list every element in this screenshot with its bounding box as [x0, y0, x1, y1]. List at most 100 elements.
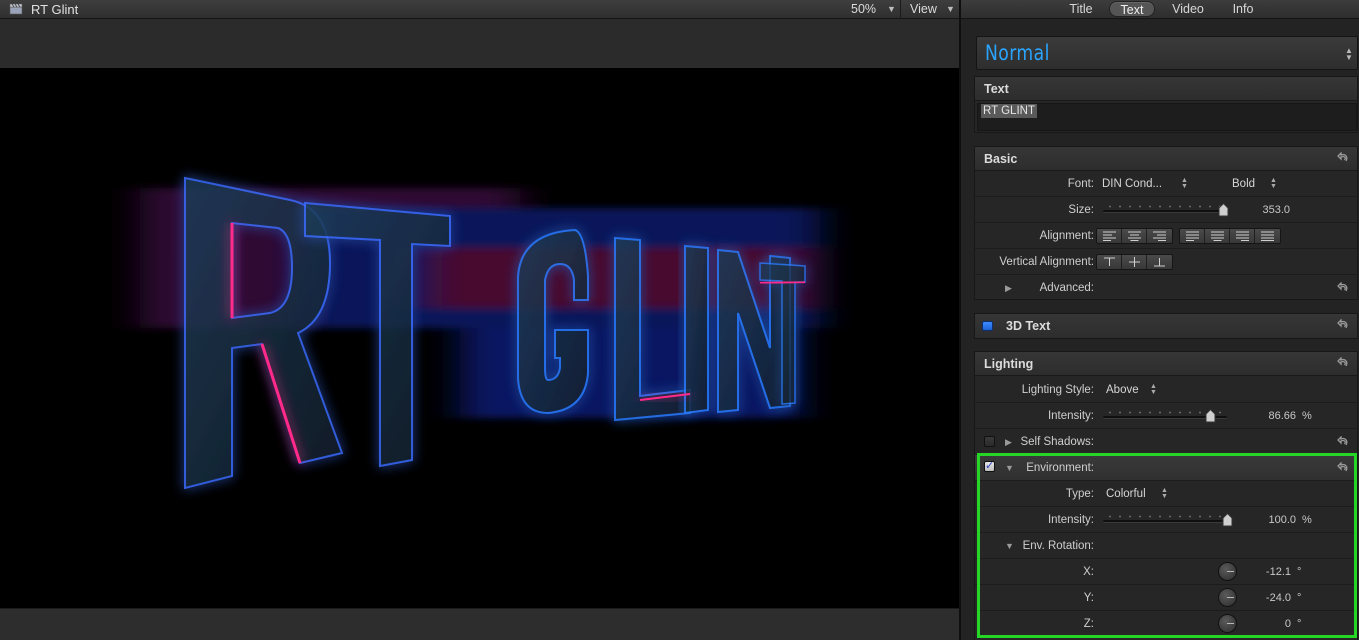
- reset-icon[interactable]: [1337, 357, 1349, 369]
- reset-icon[interactable]: [1337, 462, 1349, 474]
- video-canvas: [0, 68, 959, 608]
- font-weight-popup[interactable]: Bold: [1232, 178, 1255, 190]
- env-rotation-row[interactable]: ▼ Env. Rotation:: [975, 533, 1357, 559]
- size-slider[interactable]: [1103, 210, 1227, 213]
- size-slider-thumb[interactable]: [1218, 203, 1229, 217]
- zoom-chevron-down-icon[interactable]: ▼: [887, 4, 896, 14]
- environment-type-updown-icon[interactable]: ▲ ▼: [1161, 487, 1168, 500]
- environment-intensity-value[interactable]: 100.0: [1268, 514, 1296, 526]
- reset-icon[interactable]: [1337, 436, 1349, 448]
- env-rotation-x-value[interactable]: -12.1: [1266, 566, 1291, 578]
- align-left-icon: [1103, 231, 1116, 241]
- view-menu[interactable]: View: [910, 2, 937, 16]
- tab-text[interactable]: Text: [1109, 1, 1155, 17]
- lighting-intensity-thumb[interactable]: [1205, 409, 1216, 423]
- clapperboard-icon: [9, 3, 23, 15]
- environment-intensity-slider[interactable]: [1103, 520, 1227, 523]
- inspector-panel: Title Text Video Info Normal ▲ ▼ Text RT …: [961, 0, 1359, 640]
- environment-type-popup[interactable]: Colorful: [1106, 488, 1146, 500]
- vertical-alignment-group: [1096, 254, 1173, 270]
- env-rotation-y-label: Y:: [1083, 592, 1094, 604]
- rotation-dial-z[interactable]: [1218, 614, 1237, 633]
- environment-intensity-row: Intensity: 100.0 %: [975, 507, 1357, 533]
- tab-video[interactable]: Video: [1166, 1, 1210, 17]
- advanced-row[interactable]: ▶ Advanced:: [975, 275, 1357, 301]
- lighting-section: Lighting Lighting Style: Above ▲ ▼ Intens…: [974, 351, 1358, 640]
- degree-unit: °: [1297, 618, 1302, 630]
- vertical-alignment-row: Vertical Alignment:: [975, 249, 1357, 275]
- reset-icon[interactable]: [1337, 152, 1349, 164]
- 3d-text-header[interactable]: 3D Text: [975, 314, 1357, 338]
- environment-intensity-thumb[interactable]: [1222, 513, 1233, 527]
- env-rotation-z-label: Z:: [1083, 618, 1094, 630]
- inspector-tabs: Title Text Video Info: [961, 0, 1359, 19]
- weight-updown-icon[interactable]: ▲ ▼: [1270, 177, 1277, 190]
- size-value[interactable]: 353.0: [1262, 204, 1290, 216]
- environment-row[interactable]: ▼ Environment:: [975, 455, 1357, 481]
- 3d-text-section: 3D Text: [974, 313, 1358, 339]
- lighting-intensity-row: Intensity: 86.66 %: [975, 403, 1357, 429]
- environment-intensity-label: Intensity:: [1047, 514, 1094, 526]
- view-chevron-down-icon[interactable]: ▼: [946, 4, 955, 14]
- self-shadows-checkbox[interactable]: [984, 436, 995, 447]
- align-right-button[interactable]: [1147, 229, 1172, 243]
- justify-right-button[interactable]: [1230, 229, 1255, 243]
- align-right-icon: [1153, 231, 1166, 241]
- justify-left-icon: [1186, 231, 1199, 241]
- lighting-intensity-value[interactable]: 86.66: [1268, 410, 1296, 422]
- valign-bottom-button[interactable]: [1147, 255, 1172, 269]
- text-content-field[interactable]: RT GLINT: [977, 103, 1357, 131]
- env-rotation-y-value[interactable]: -24.0: [1266, 592, 1291, 604]
- lighting-style-popup[interactable]: Above: [1106, 384, 1139, 396]
- 3d-text-enable-checkbox[interactable]: [982, 321, 993, 331]
- align-center-icon: [1128, 231, 1141, 241]
- justify-center-icon: [1211, 231, 1224, 241]
- lighting-intensity-label: Intensity:: [1047, 410, 1094, 422]
- environment-intensity-ticks: [1105, 515, 1227, 518]
- disclosure-right-icon[interactable]: ▶: [1005, 283, 1012, 294]
- degree-unit: °: [1297, 566, 1302, 578]
- font-updown-icon[interactable]: ▲ ▼: [1181, 177, 1188, 190]
- reset-icon[interactable]: [1337, 319, 1349, 331]
- title-render-preview: [140, 176, 820, 490]
- align-left-button[interactable]: [1097, 229, 1122, 243]
- env-rotation-z-value[interactable]: 0: [1285, 618, 1291, 630]
- valign-middle-button[interactable]: [1122, 255, 1147, 269]
- disclosure-down-icon[interactable]: ▼: [1005, 463, 1014, 473]
- tab-title[interactable]: Title: [1061, 1, 1101, 17]
- environment-type-label: Type:: [1065, 488, 1094, 500]
- text-style-preset-popup[interactable]: Normal ▲ ▼: [976, 36, 1358, 70]
- text-section-title: Text: [984, 82, 1009, 96]
- disclosure-down-icon[interactable]: ▼: [1005, 541, 1014, 551]
- environment-intensity-unit: %: [1302, 514, 1312, 526]
- justify-full-button[interactable]: [1255, 229, 1280, 243]
- align-center-button[interactable]: [1122, 229, 1147, 243]
- self-shadows-label: Self Shadows:: [1020, 436, 1094, 448]
- alignment-label: Alignment:: [1039, 230, 1094, 242]
- lighting-header[interactable]: Lighting: [975, 352, 1357, 376]
- lighting-intensity-unit: %: [1302, 410, 1312, 422]
- viewer-title: RT Glint: [31, 2, 79, 17]
- valign-top-button[interactable]: [1097, 255, 1122, 269]
- rotation-dial-x[interactable]: [1218, 562, 1237, 581]
- size-label: Size:: [1068, 204, 1094, 216]
- environment-checkbox[interactable]: [984, 459, 995, 472]
- justify-left-button[interactable]: [1180, 229, 1205, 243]
- zoom-menu[interactable]: 50%: [851, 2, 876, 16]
- basic-section-header[interactable]: Basic: [975, 147, 1357, 171]
- valign-bottom-icon: [1154, 258, 1165, 267]
- tab-info[interactable]: Info: [1221, 1, 1265, 17]
- env-rotation-x-label: X:: [1083, 566, 1094, 578]
- size-slider-ticks: [1105, 205, 1227, 208]
- font-family-popup[interactable]: DIN Cond...: [1102, 178, 1162, 190]
- justify-center-button[interactable]: [1205, 229, 1230, 243]
- lighting-style-updown-icon[interactable]: ▲ ▼: [1150, 383, 1157, 396]
- disclosure-right-icon[interactable]: ▶: [1005, 437, 1012, 448]
- size-row: Size: 353.0: [975, 197, 1357, 223]
- text-content-value: RT GLINT: [981, 104, 1037, 118]
- reset-icon[interactable]: [1337, 282, 1349, 294]
- basic-section: Basic Font: DIN Cond... ▲ ▼ Bold ▲ ▼ Size:…: [974, 146, 1358, 300]
- 3d-text-title: 3D Text: [1006, 319, 1051, 333]
- style-preset-value: Normal: [985, 41, 1050, 65]
- rotation-dial-y[interactable]: [1218, 588, 1237, 607]
